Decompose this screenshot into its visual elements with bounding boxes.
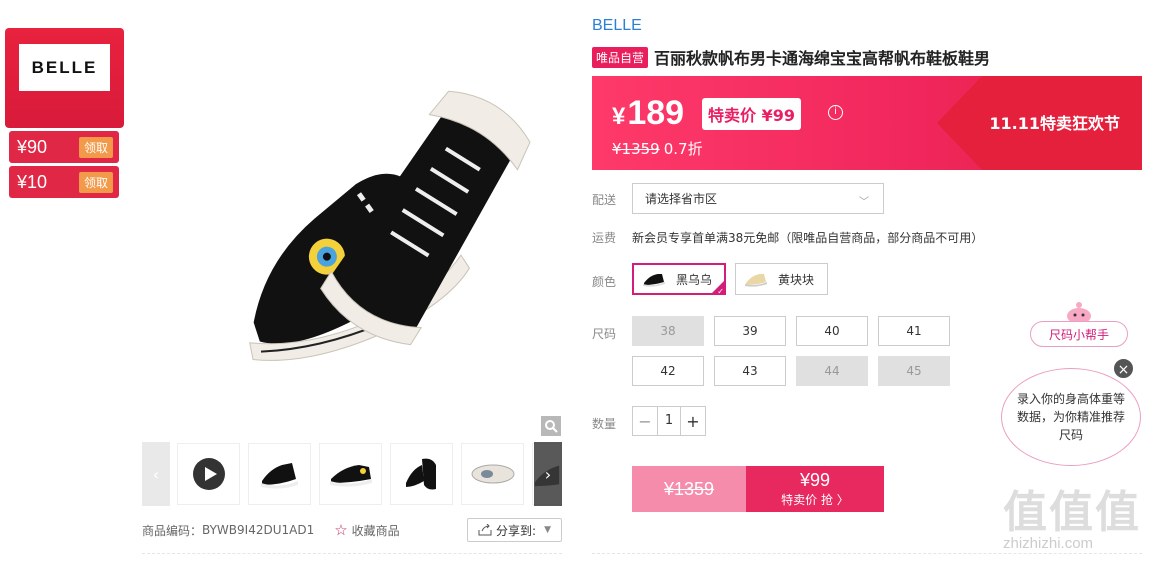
color-option-label: 黄块块: [778, 272, 815, 287]
buy-now-button[interactable]: ¥99 特卖价 抢 〉: [746, 466, 884, 512]
chevron-down-icon: ▼: [544, 525, 551, 535]
buy-original-price: ¥1359: [632, 466, 746, 512]
favorite-label: 收藏商品: [351, 523, 400, 538]
play-video-icon: [192, 458, 225, 490]
favorite-button[interactable]: ☆ 收藏商品: [334, 521, 399, 539]
freight-text: 新会员专享首单满38元免邮（限唯品自营商品，部分商品不可用）: [632, 231, 984, 245]
buy-price: ¥99: [799, 470, 831, 490]
coupon-10[interactable]: ¥10 领取: [9, 166, 119, 198]
size-option-40[interactable]: 40: [796, 316, 868, 346]
shoe-pair-icon: [405, 458, 436, 490]
info-icon[interactable]: i: [828, 105, 843, 120]
product-meta-row: 商品编码： BYWB9I42DU1AD1 ☆ 收藏商品 分享到: ▼: [142, 518, 562, 542]
size-option-39[interactable]: 39: [714, 316, 786, 346]
coupon-amount: ¥10: [17, 171, 48, 192]
coupon-claim-button[interactable]: 领取: [79, 136, 114, 158]
quantity-label: 数量: [592, 417, 617, 431]
size-option-45: 45: [878, 356, 950, 386]
size-option-41[interactable]: 41: [878, 316, 950, 346]
current-price-value: 189: [627, 94, 685, 132]
shoe-profile-icon: [329, 465, 372, 487]
close-icon[interactable]: ×: [1112, 357, 1135, 380]
thumbnail-image[interactable]: [248, 443, 311, 505]
size-option-44: 44: [796, 356, 868, 386]
watermark-url: zhizhizhi.com: [1003, 535, 1094, 552]
product-title: 百丽秋款帆布男卡通海绵宝宝高帮帆布鞋板鞋男: [654, 49, 991, 68]
region-select[interactable]: 请选择省市区 ﹀: [632, 183, 884, 214]
coupon-90[interactable]: ¥90 领取: [9, 131, 119, 163]
divider: [142, 553, 562, 554]
self-operated-badge: 唯品自营: [592, 46, 649, 68]
size-helper-bubble[interactable]: 录入你的身高体重等数据，为你精准推荐尺码: [1001, 368, 1141, 466]
coupon-claim-button[interactable]: 领取: [79, 171, 114, 193]
shoe-side-icon: [260, 463, 298, 489]
product-main-image[interactable]: [183, 60, 561, 430]
brand-logo: BELLE: [19, 44, 110, 91]
size-option-38: 38: [632, 316, 704, 346]
brand-card[interactable]: BELLE: [5, 28, 124, 128]
quantity-stepper: − 1 +: [632, 406, 706, 436]
original-price: ¥1359: [612, 140, 660, 158]
star-icon: ☆: [334, 521, 348, 539]
original-price-row: ¥1359 0.7折: [612, 138, 703, 159]
quantity-value[interactable]: 1: [657, 407, 681, 435]
thumbnail-strip: ‹ ›: [142, 442, 562, 506]
sku-label: 商品编码：: [142, 523, 203, 538]
watermark: 值值值: [1003, 487, 1141, 538]
zoom-icon[interactable]: [541, 416, 561, 436]
title-row: 唯品自营 百丽秋款帆布男卡通海绵宝宝高帮帆布鞋板鞋男: [592, 45, 990, 69]
coupon-amount: ¥90: [17, 136, 48, 157]
size-option-43[interactable]: 43: [714, 356, 786, 386]
region-select-value: 请选择省市区: [645, 192, 718, 206]
buy-action-label: 特卖价 抢 〉: [781, 493, 849, 507]
chevron-down-icon: ﹀: [859, 197, 869, 208]
currency-symbol: ¥: [612, 103, 626, 130]
thumbnail-image[interactable]: [461, 443, 524, 505]
size-helper-text: 录入你的身高体重等数据，为你精准推荐尺码: [1016, 392, 1125, 442]
divider: [592, 553, 1142, 554]
size-label: 尺码: [592, 327, 617, 341]
sku-value: BYWB9I42DU1AD1: [202, 523, 315, 537]
brand-link[interactable]: BELLE: [592, 17, 642, 35]
thumbnail-prev-arrow[interactable]: ‹: [142, 442, 170, 506]
yellow-shoe-icon: [745, 274, 767, 287]
thumbnail-image[interactable]: [319, 443, 382, 505]
selected-check-icon: ✓: [711, 280, 725, 294]
size-option-42[interactable]: 42: [632, 356, 704, 386]
special-price-badge: 特卖价 ¥99: [702, 98, 801, 130]
color-option-black[interactable]: 黑乌乌 ✓: [632, 263, 726, 295]
current-price: ¥189: [612, 94, 684, 133]
color-label: 颜色: [592, 275, 617, 289]
festival-label: 11.11特卖狂欢节: [989, 114, 1120, 133]
color-option-label: 黑乌乌: [676, 272, 713, 287]
shoe-sole-icon: [471, 464, 514, 484]
black-shoe-icon: [643, 274, 665, 287]
size-helper-button[interactable]: 尺码小帮手: [1030, 321, 1128, 347]
thumbnail-video[interactable]: [177, 443, 240, 505]
quantity-minus-button[interactable]: −: [633, 412, 657, 431]
buy-button[interactable]: ¥1359 ¥99 特卖价 抢 〉: [632, 466, 884, 512]
share-button[interactable]: 分享到: ▼: [467, 518, 562, 542]
thumbnail-next-arrow[interactable]: ›: [534, 442, 562, 506]
thumbnail-image[interactable]: [390, 443, 453, 505]
price-banner: ¥189 特卖价 ¥99 i ¥1359 0.7折 11.11特卖狂欢节: [592, 76, 1142, 170]
color-option-yellow[interactable]: 黄块块: [735, 263, 828, 295]
quantity-plus-button[interactable]: +: [681, 412, 705, 431]
discount: 0.7折: [663, 140, 703, 158]
share-icon: [478, 524, 492, 536]
delivery-label: 配送: [592, 193, 617, 207]
freight-label: 运费: [592, 231, 617, 245]
share-label: 分享到:: [496, 523, 537, 538]
